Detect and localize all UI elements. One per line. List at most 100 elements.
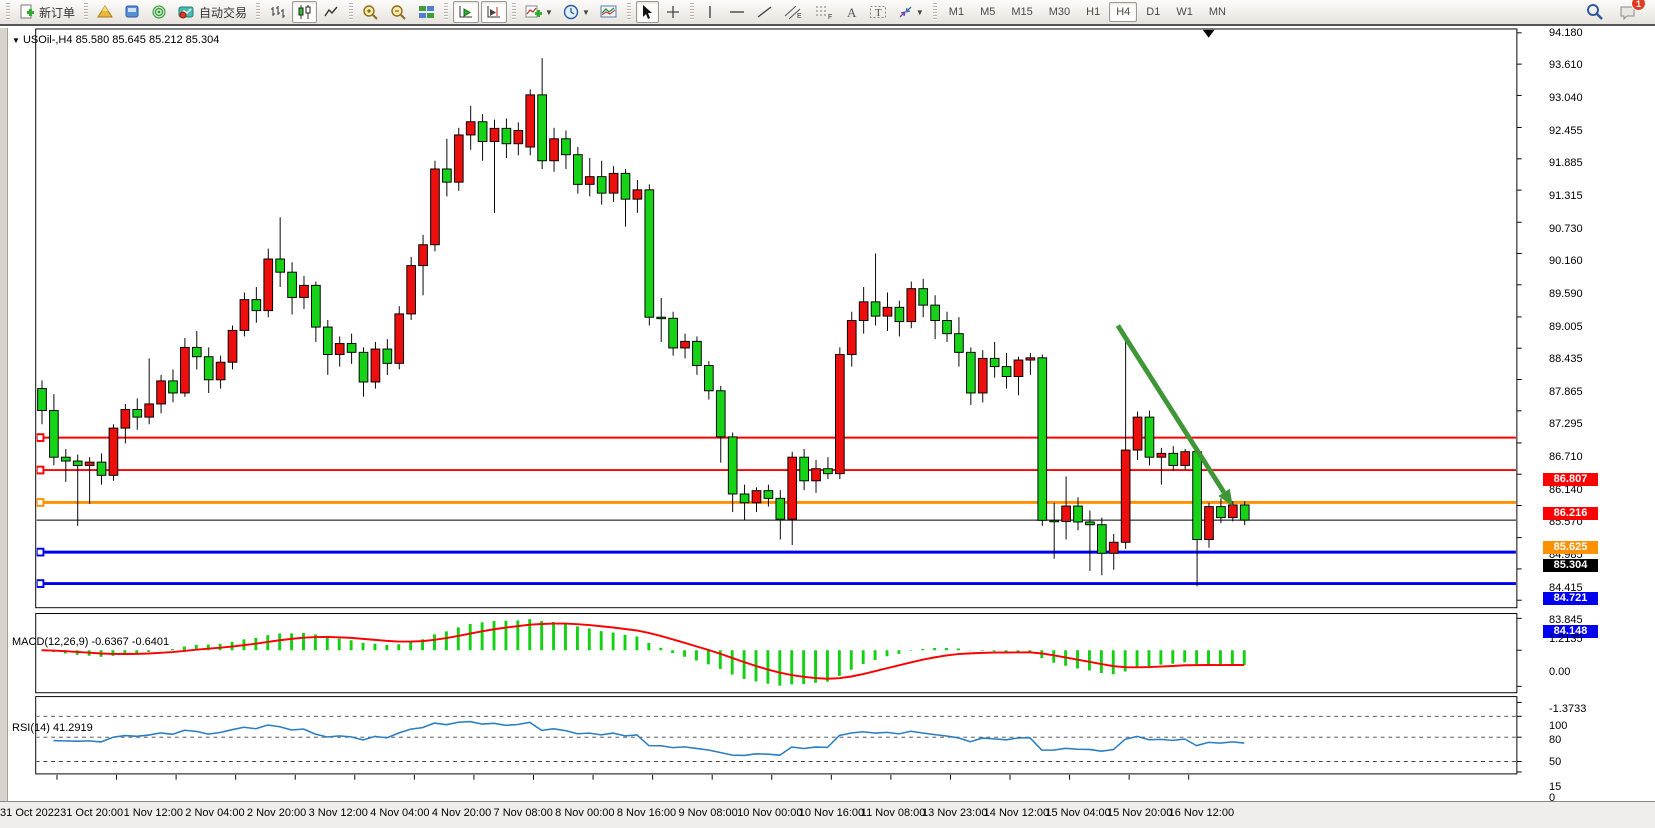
candle: [61, 457, 70, 461]
candle: [50, 411, 59, 458]
rsi-axis-label: 50: [1549, 756, 1561, 768]
crosshair-button[interactable]: [661, 1, 685, 23]
candle: [764, 491, 773, 499]
price-axis-label: 94.180: [1549, 27, 1583, 39]
candle: [788, 457, 797, 519]
caret-down-icon: ▼: [582, 8, 590, 17]
candle: [574, 155, 583, 185]
candle: [514, 131, 523, 144]
candle: [323, 327, 332, 354]
timeframe-button-MN[interactable]: MN: [1202, 2, 1233, 22]
date-axis-label: 8 Nov 16:00: [617, 807, 676, 819]
candle: [835, 355, 844, 474]
candle: [1228, 505, 1237, 518]
auto-trading-icon: [178, 4, 195, 20]
candle: [728, 437, 737, 494]
price-axis-label: 90.730: [1549, 223, 1583, 235]
candle: [919, 289, 928, 305]
zoom-in-icon: [362, 4, 380, 21]
bar-chart-button[interactable]: [265, 1, 290, 23]
hline-anchor: [37, 434, 44, 441]
cursor-icon: [640, 4, 654, 20]
candle: [1097, 525, 1106, 554]
timeframe-button-H4[interactable]: H4: [1109, 2, 1137, 22]
candle: [800, 457, 809, 481]
market-watch-button[interactable]: [93, 1, 118, 23]
candle: [1145, 417, 1154, 457]
timeframe-button-W1[interactable]: W1: [1169, 2, 1200, 22]
toolbar-right-group: 1: [1580, 1, 1643, 23]
vertical-line-button[interactable]: [699, 1, 722, 23]
horizontal-line-button[interactable]: [724, 1, 750, 23]
svg-text:F: F: [828, 14, 832, 20]
new-order-button[interactable]: 新订单: [15, 1, 79, 23]
timeframe-button-M5[interactable]: M5: [973, 2, 1002, 22]
candle: [228, 330, 237, 362]
candle: [490, 128, 499, 141]
hline-anchor: [37, 580, 44, 587]
notifications-button[interactable]: 1: [1615, 1, 1642, 23]
arrows-button[interactable]: ▼: [893, 1, 928, 23]
date-axis-label: 31 Oct 20:00: [60, 807, 123, 819]
candle: [597, 177, 606, 193]
auto-trading-button[interactable]: 自动交易: [174, 1, 251, 23]
hline-anchor: [37, 499, 44, 506]
price-badge-86.216: 86.216: [1543, 507, 1598, 520]
auto-scroll-button[interactable]: [453, 1, 479, 23]
text-icon: A: [844, 4, 859, 20]
candle: [871, 302, 880, 316]
candle: [621, 173, 630, 199]
candle: [371, 349, 380, 382]
navigator-button[interactable]: [147, 1, 172, 23]
templates-button[interactable]: [596, 1, 622, 23]
candle: [705, 366, 714, 391]
periods-clock-icon: [563, 4, 580, 20]
timeframe-button-D1[interactable]: D1: [1139, 2, 1167, 22]
trendline-button[interactable]: [752, 1, 778, 23]
zoom-in-button[interactable]: [358, 1, 384, 23]
rsi-pane: [36, 697, 1517, 774]
timeframe-button-M15[interactable]: M15: [1004, 2, 1039, 22]
price-badge-86.807: 86.807: [1543, 473, 1598, 486]
candlestick-chart-button[interactable]: [292, 1, 317, 23]
zoom-out-button[interactable]: [386, 1, 412, 23]
data-window-button[interactable]: [120, 1, 145, 23]
periods-button[interactable]: ▼: [559, 1, 594, 23]
text-button[interactable]: A: [840, 1, 863, 23]
candle: [157, 381, 166, 404]
timeframe-button-M30[interactable]: M30: [1042, 2, 1077, 22]
trendline-icon: [756, 4, 774, 20]
candle: [824, 469, 833, 474]
candle: [240, 300, 249, 331]
candle: [943, 320, 952, 333]
macd-axis-label: 1.2135: [1549, 633, 1583, 645]
add-indicator-button[interactable]: ▼: [521, 1, 557, 23]
fibonacci-button[interactable]: F: [810, 1, 838, 23]
date-axis-label: 15 Nov 04:00: [1045, 807, 1110, 819]
chart-shift-button[interactable]: [481, 1, 507, 23]
candle: [1121, 450, 1130, 542]
date-axis-label: 16 Nov 12:00: [1169, 807, 1234, 819]
text-label-button[interactable]: T: [865, 1, 891, 23]
cursor-button[interactable]: [636, 1, 659, 23]
line-chart-button[interactable]: [319, 1, 344, 23]
candle: [1240, 505, 1249, 520]
search-button[interactable]: [1581, 1, 1608, 23]
channel-button[interactable]: E: [780, 1, 808, 23]
date-axis-label: 4 Nov 20:00: [432, 807, 491, 819]
crosshair-icon: [665, 4, 681, 20]
chart-shift-icon: [485, 4, 503, 20]
chart-window[interactable]: ▼ USOil-,H4 85.580 85.645 85.212 85.304 …: [0, 28, 1655, 828]
arrows-icon: [897, 4, 914, 20]
price-badge-85.625: 85.625: [1543, 541, 1598, 554]
chart-canvas[interactable]: [0, 28, 1655, 828]
tile-windows-button[interactable]: [414, 1, 439, 23]
candle: [1193, 452, 1202, 540]
candle: [347, 344, 356, 353]
candle: [1086, 522, 1095, 525]
timeframe-button-H1[interactable]: H1: [1079, 2, 1107, 22]
toolbar-grip: [627, 3, 631, 21]
macd-axis-label: -1.3733: [1549, 703, 1586, 715]
timeframe-button-M1[interactable]: M1: [942, 2, 971, 22]
chart-title-symbol: USOil-,H4: [23, 34, 73, 46]
